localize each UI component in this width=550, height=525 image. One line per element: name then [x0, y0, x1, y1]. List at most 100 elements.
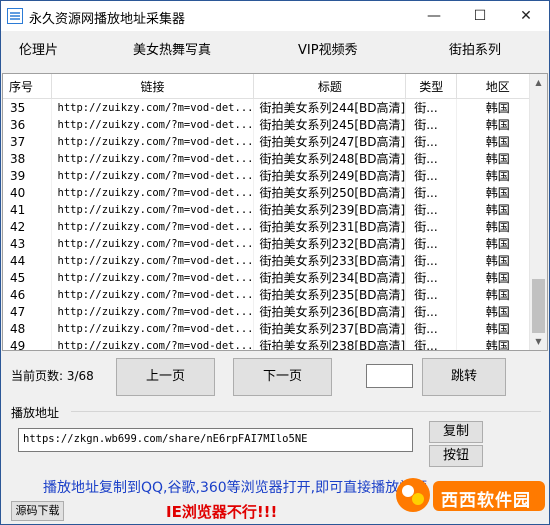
cell-no: 47 [3, 303, 52, 320]
table-row[interactable]: 49 http://zuikzy.com/?m=vod-det... 街拍美女系列2… [3, 337, 540, 350]
menu-item-street[interactable]: 街拍系列 [449, 39, 501, 58]
table-row[interactable]: 48 http://zuikzy.com/?m=vod-det... 街拍美女系列2… [3, 320, 540, 337]
cell-no: 44 [3, 252, 52, 269]
cell-title: 街拍美女系列238[BD高清] [253, 337, 407, 350]
cell-link: http://zuikzy.com/?m=vod-det... [51, 98, 255, 116]
cell-type: 街... [405, 320, 458, 337]
scroll-up-icon[interactable]: ▲ [530, 74, 547, 91]
action-button[interactable]: 按钮 [429, 445, 483, 467]
cell-title: 街拍美女系列234[BD高清] [253, 269, 407, 286]
cell-region: 韩国 [456, 252, 540, 269]
cell-link: http://zuikzy.com/?m=vod-det... [51, 201, 255, 218]
copy-button[interactable]: 复制 [429, 421, 483, 443]
page-number-input[interactable] [366, 364, 413, 388]
cell-no: 40 [3, 184, 52, 201]
ie-warning-text: IE浏览器不行!!! [166, 503, 278, 521]
table-row[interactable]: 37 http://zuikzy.com/?m=vod-det... 街拍美女系列2… [3, 133, 540, 150]
cell-type: 街... [405, 269, 458, 286]
cell-link: http://zuikzy.com/?m=vod-det... [51, 252, 255, 269]
cell-no: 43 [3, 235, 52, 252]
table-row[interactable]: 41 http://zuikzy.com/?m=vod-det... 街拍美女系列2… [3, 201, 540, 218]
cell-link: http://zuikzy.com/?m=vod-det... [51, 303, 255, 320]
cell-link: http://zuikzy.com/?m=vod-det... [51, 184, 255, 201]
cell-type: 街... [405, 337, 458, 350]
cell-type: 街... [405, 303, 458, 320]
prev-page-button[interactable]: 上一页 [116, 358, 215, 396]
cell-region: 韩国 [456, 218, 540, 235]
cell-no: 45 [3, 269, 52, 286]
cell-type: 街... [405, 286, 458, 303]
cell-region: 韩国 [456, 133, 540, 150]
cell-no: 39 [3, 167, 52, 184]
app-window: 永久资源网播放地址采集器 — ☐ ✕ 伦理片 美女热舞写真 VIP视频秀 街拍系… [0, 0, 550, 525]
table-row[interactable]: 46 http://zuikzy.com/?m=vod-det... 街拍美女系列2… [3, 286, 540, 303]
cell-no: 49 [3, 337, 52, 350]
play-url-field[interactable]: https://zkgn.wb699.com/share/nE6rpFAI7MI… [18, 428, 413, 452]
header-no[interactable]: 序号 [3, 74, 52, 99]
close-button[interactable]: ✕ [503, 1, 549, 31]
table-row[interactable]: 40 http://zuikzy.com/?m=vod-det... 街拍美女系列2… [3, 184, 540, 201]
scroll-down-icon[interactable]: ▼ [530, 333, 547, 350]
cell-no: 35 [3, 98, 52, 116]
app-icon [7, 8, 23, 24]
cell-title: 街拍美女系列248[BD高清] [253, 150, 407, 167]
cell-link: http://zuikzy.com/?m=vod-det... [51, 116, 255, 133]
source-download-button[interactable]: 源码下载 [11, 501, 64, 521]
header-title[interactable]: 标题 [253, 74, 407, 99]
table-row[interactable]: 43 http://zuikzy.com/?m=vod-det... 街拍美女系列2… [3, 235, 540, 252]
table-row[interactable]: 35 http://zuikzy.com/?m=vod-det... 街拍美女系列2… [3, 98, 540, 116]
cell-region: 韩国 [456, 167, 540, 184]
table-row[interactable]: 39 http://zuikzy.com/?m=vod-det... 街拍美女系列2… [3, 167, 540, 184]
cell-region: 韩国 [456, 320, 540, 337]
cell-region: 韩国 [456, 337, 540, 350]
title-bar: 永久资源网播放地址采集器 — ☐ ✕ [1, 1, 549, 31]
cell-title: 街拍美女系列247[BD高清] [253, 133, 407, 150]
cell-region: 韩国 [456, 235, 540, 252]
table-row[interactable]: 36 http://zuikzy.com/?m=vod-det... 街拍美女系列2… [3, 116, 540, 133]
cell-link: http://zuikzy.com/?m=vod-det... [51, 320, 255, 337]
cell-link: http://zuikzy.com/?m=vod-det... [51, 150, 255, 167]
cell-type: 街... [405, 133, 458, 150]
play-group-label: 播放地址 [11, 406, 60, 420]
table-row[interactable]: 47 http://zuikzy.com/?m=vod-det... 街拍美女系列2… [3, 303, 540, 320]
cell-region: 韩国 [456, 286, 540, 303]
cell-title: 街拍美女系列236[BD高清] [253, 303, 407, 320]
cell-region: 韩国 [456, 303, 540, 320]
next-page-button[interactable]: 下一页 [233, 358, 332, 396]
table-row[interactable]: 45 http://zuikzy.com/?m=vod-det... 街拍美女系列2… [3, 269, 540, 286]
cell-region: 韩国 [456, 201, 540, 218]
table-row[interactable]: 38 http://zuikzy.com/?m=vod-det... 街拍美女系列2… [3, 150, 540, 167]
cell-title: 街拍美女系列244[BD高清] [253, 98, 407, 116]
maximize-button[interactable]: ☐ [457, 1, 503, 31]
cell-no: 48 [3, 320, 52, 337]
menu-item-ethics[interactable]: 伦理片 [19, 39, 58, 58]
menu-item-dance[interactable]: 美女热舞写真 [133, 39, 211, 58]
cell-no: 38 [3, 150, 52, 167]
jump-button[interactable]: 跳转 [422, 358, 506, 396]
table-row[interactable]: 44 http://zuikzy.com/?m=vod-det... 街拍美女系列2… [3, 252, 540, 269]
header-link[interactable]: 链接 [51, 74, 255, 99]
cell-link: http://zuikzy.com/?m=vod-det... [51, 218, 255, 235]
cell-link: http://zuikzy.com/?m=vod-det... [51, 337, 255, 350]
cell-region: 韩国 [456, 116, 540, 133]
menu-item-vip[interactable]: VIP视频秀 [298, 39, 358, 58]
grid-scrollbar[interactable]: ▲ ▼ [529, 74, 547, 350]
cell-type: 街... [405, 235, 458, 252]
cell-link: http://zuikzy.com/?m=vod-det... [51, 269, 255, 286]
cell-type: 街... [405, 150, 458, 167]
cell-title: 街拍美女系列250[BD高清] [253, 184, 407, 201]
cell-region: 韩国 [456, 269, 540, 286]
cell-region: 韩国 [456, 184, 540, 201]
cell-no: 41 [3, 201, 52, 218]
table-row[interactable]: 42 http://zuikzy.com/?m=vod-det... 街拍美女系列2… [3, 218, 540, 235]
results-grid[interactable]: 序号 链接 标题 类型 地区 35 http://zuikzy.com/?m=vo… [2, 73, 548, 351]
minimize-button[interactable]: — [411, 1, 457, 31]
header-region[interactable]: 地区 [456, 74, 540, 99]
cell-link: http://zuikzy.com/?m=vod-det... [51, 133, 255, 150]
scroll-thumb[interactable] [532, 279, 545, 333]
cell-title: 街拍美女系列239[BD高清] [253, 201, 407, 218]
cell-title: 街拍美女系列237[BD高清] [253, 320, 407, 337]
header-type[interactable]: 类型 [405, 74, 458, 99]
watermark-text: 西西软件园 [441, 491, 531, 511]
cell-title: 街拍美女系列249[BD高清] [253, 167, 407, 184]
